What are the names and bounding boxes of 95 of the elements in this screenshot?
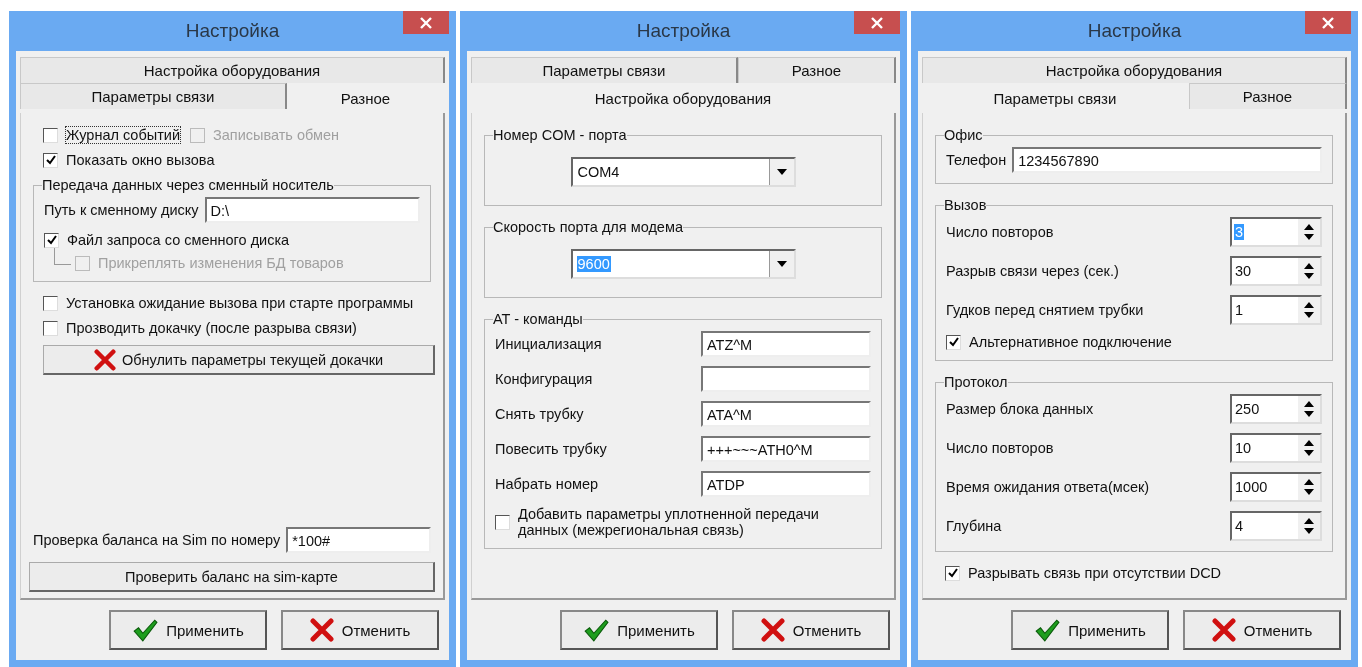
spin-field[interactable]: 4 xyxy=(1230,511,1322,541)
checkbox[interactable] xyxy=(43,320,58,336)
up-down-arrows-icon xyxy=(1303,517,1315,535)
checkbox-label: Прикреплять изменения БД товаров xyxy=(98,255,344,271)
checkbox[interactable] xyxy=(43,295,58,311)
field-label: Время ожидания ответа(мсек) xyxy=(946,479,1151,495)
button[interactable]: Применить xyxy=(109,610,267,650)
field-label: Число повторов xyxy=(946,440,1055,456)
tab[interactable]: Разное xyxy=(737,57,896,83)
up-down-arrows-icon xyxy=(1303,400,1315,418)
checkbox-label: Журнал событий xyxy=(66,127,180,143)
checkbox-label: Прозводить докачку (после разрыва связи) xyxy=(66,320,357,336)
button[interactable]: Применить xyxy=(560,610,718,650)
window-title: Настройка xyxy=(1087,20,1182,42)
spin-field[interactable]: 1000 xyxy=(1230,472,1322,502)
tree-connector-line xyxy=(54,248,71,265)
text-field[interactable]: *100# xyxy=(286,527,431,553)
text-field[interactable]: ATZ^M xyxy=(701,331,871,357)
field-label: Снять трубку xyxy=(495,406,585,422)
field-label: Гудков перед снятием трубки xyxy=(946,302,1145,318)
button[interactable]: Отменить xyxy=(732,610,890,650)
checkbox-label: Альтернативное подключение xyxy=(969,334,1172,350)
text-field[interactable]: ATA^M xyxy=(701,401,871,427)
tab[interactable]: Настройка оборудования xyxy=(20,57,445,83)
caret-icon xyxy=(776,169,787,175)
close-button[interactable] xyxy=(403,11,449,34)
cross-icon xyxy=(93,348,116,371)
group-title: Номер COM - порта xyxy=(493,127,627,143)
checkbox[interactable] xyxy=(43,152,58,168)
text-field[interactable]: ATDP xyxy=(701,471,871,497)
up-down-arrows-icon xyxy=(1303,301,1315,319)
cross-icon xyxy=(760,618,785,642)
up-down-arrows-icon xyxy=(1303,439,1315,457)
field-label: Глубина xyxy=(946,518,1003,534)
checkbox-label: Разрывать связь при отсутствии DCD xyxy=(968,565,1222,581)
group-title: Скорость порта для модема xyxy=(493,219,683,235)
close-button[interactable] xyxy=(1305,11,1351,34)
checkbox[interactable] xyxy=(946,334,961,350)
checkbox[interactable] xyxy=(43,127,58,143)
field-label: Путь к сменному диску xyxy=(44,202,199,218)
button[interactable]: Обнулить параметры текущей докачки xyxy=(43,345,435,375)
checkbox[interactable] xyxy=(945,565,960,581)
button[interactable]: Применить xyxy=(1011,610,1169,650)
spin-field[interactable]: 1 xyxy=(1230,295,1322,325)
spin-field[interactable]: 30 xyxy=(1230,256,1322,286)
text-field[interactable]: 1234567890 xyxy=(1012,147,1322,173)
text-field[interactable]: +++~~~ATH0^M xyxy=(701,436,871,462)
checkmark-icon xyxy=(132,617,159,643)
window-title: Настройка xyxy=(185,20,280,42)
tab[interactable]: Параметры связи xyxy=(20,83,287,109)
field-label: Проверка баланса на Sim по номеру xyxy=(33,532,281,548)
close-icon xyxy=(420,16,432,29)
close-icon xyxy=(871,16,883,29)
group-title: Протокол xyxy=(944,374,1008,390)
group-title: Вызов xyxy=(944,197,987,213)
button[interactable]: Проверить баланс на sim-карте xyxy=(29,562,435,592)
field-label: Разрыв связи через (сек.) xyxy=(946,263,1120,279)
caret-icon xyxy=(776,261,787,267)
checkbox[interactable] xyxy=(495,514,510,530)
checkbox-label: Файл запроса со сменного диска xyxy=(67,232,290,248)
text-field[interactable] xyxy=(701,366,871,392)
checkbox-label: Показать окно вызова xyxy=(66,152,215,168)
checkbox-label: Добавить параметры уплотненной передачи данных (межрегиональная связь) xyxy=(518,506,820,538)
button[interactable]: Отменить xyxy=(281,610,439,650)
group-title: Офис xyxy=(944,127,983,143)
up-down-arrows-icon xyxy=(1303,478,1315,496)
field-label: Повесить трубку xyxy=(495,441,608,457)
field-label: Инициализация xyxy=(495,336,603,352)
field-label: Телефон xyxy=(946,152,1007,168)
spin-field[interactable]: 250 xyxy=(1230,394,1322,424)
text-field[interactable]: D:\ xyxy=(204,197,420,223)
checkbox-label: Записывать обмен xyxy=(213,127,340,143)
tab[interactable]: Настройка оборудования xyxy=(922,57,1347,83)
close-button[interactable] xyxy=(854,11,900,34)
cross-icon xyxy=(1211,618,1236,642)
spin-field[interactable]: 10 xyxy=(1230,433,1322,463)
checkbox-label: Установка ожидание вызова при старте программы xyxy=(66,295,414,311)
tab[interactable]: Параметры связи xyxy=(471,57,738,83)
field-label: Размер блока данных xyxy=(946,401,1095,417)
cross-icon xyxy=(309,618,334,642)
up-down-arrows-icon xyxy=(1303,262,1315,280)
checkmark-icon xyxy=(583,617,610,643)
up-down-arrows-icon xyxy=(1303,223,1315,241)
checkbox[interactable] xyxy=(44,232,59,248)
field-label: Конфигурация xyxy=(495,371,594,387)
close-icon xyxy=(1322,16,1334,29)
tab[interactable]: Разное xyxy=(1188,83,1347,109)
group-title: Передача данных через сменный носитель xyxy=(42,177,334,193)
dropdown[interactable]: COM4 xyxy=(570,157,796,187)
button[interactable]: Отменить xyxy=(1183,610,1341,650)
window-title: Настройка xyxy=(636,20,731,42)
field-label: Набрать номер xyxy=(495,476,600,492)
checkmark-icon xyxy=(1034,617,1061,643)
group-title: AT - команды xyxy=(493,311,583,327)
field-label: Число повторов xyxy=(946,224,1055,240)
